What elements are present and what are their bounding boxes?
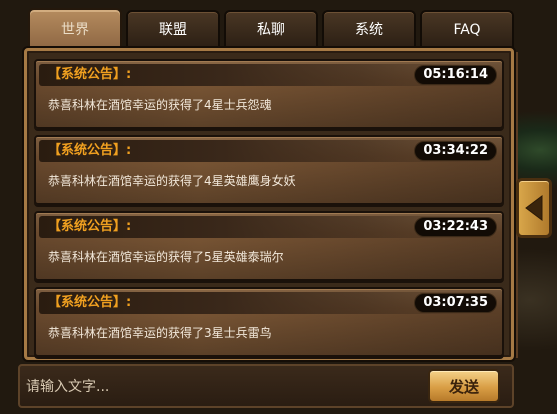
chat-input-bar: 发送 [18,364,514,408]
message-channel-label: 【系统公告】: [48,67,132,82]
message-channel-label: 【系统公告】: [48,143,132,158]
message-text: 恭喜科林在酒馆幸运的获得了4星士兵怨魂 [48,98,272,112]
tab-system[interactable]: 系统 [322,10,416,48]
chat-message: 【系统公告】: 03:22:43 恭喜科林在酒馆幸运的获得了5星英雄泰瑞尔 [34,211,504,281]
message-timestamp: 03:07:35 [414,293,497,313]
message-channel-label: 【系统公告】: [48,219,132,234]
collapse-panel-button[interactable] [516,178,552,238]
send-button[interactable]: 发送 [428,369,500,403]
message-header: 【系统公告】: 03:34:22 [39,140,501,162]
tab-faq[interactable]: FAQ [420,10,514,48]
chat-message: 【系统公告】: 03:07:35 恭喜科林在酒馆幸运的获得了3星士兵雷鸟 [34,287,504,357]
message-text: 恭喜科林在酒馆幸运的获得了4星英雄鹰身女妖 [48,174,296,188]
chat-message-panel: 【系统公告】: 05:16:14 恭喜科林在酒馆幸运的获得了4星士兵怨魂 【系统… [24,48,514,360]
message-text: 恭喜科林在酒馆幸运的获得了5星英雄泰瑞尔 [48,250,284,264]
tab-alliance[interactable]: 联盟 [126,10,220,48]
message-header: 【系统公告】: 05:16:14 [39,64,501,86]
tab-world[interactable]: 世界 [28,8,122,52]
message-header: 【系统公告】: 03:22:43 [39,216,501,238]
chat-message: 【系统公告】: 05:16:14 恭喜科林在酒馆幸运的获得了4星士兵怨魂 [34,59,504,129]
message-text: 恭喜科林在酒馆幸运的获得了3星士兵雷鸟 [48,326,272,340]
message-timestamp: 03:34:22 [414,141,497,161]
message-timestamp: 03:22:43 [414,217,497,237]
tab-private-chat[interactable]: 私聊 [224,10,318,48]
chat-channel-tabs: 世界 联盟 私聊 系统 FAQ [28,8,518,52]
arrow-left-icon [525,195,543,221]
chat-message: 【系统公告】: 03:34:22 恭喜科林在酒馆幸运的获得了4星英雄鹰身女妖 [34,135,504,205]
message-channel-label: 【系统公告】: [48,295,132,310]
message-timestamp: 05:16:14 [414,65,497,85]
chat-text-input[interactable] [24,370,428,404]
message-header: 【系统公告】: 03:07:35 [39,292,501,314]
